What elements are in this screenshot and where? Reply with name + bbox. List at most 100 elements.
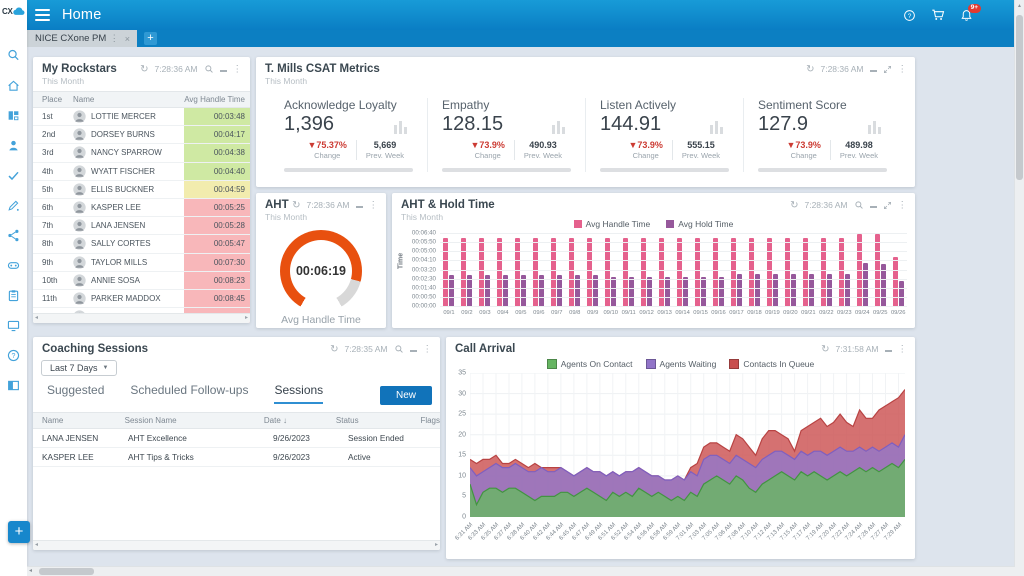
handle-time-bar — [785, 238, 790, 306]
column-header-session[interactable]: Session Name — [125, 416, 264, 425]
column-header-place[interactable]: Place — [33, 95, 73, 104]
scroll-left-icon[interactable]: ◂ — [35, 541, 38, 550]
search-icon[interactable] — [204, 64, 214, 74]
aht-cell: 00:03:48 — [184, 108, 250, 125]
refresh-icon[interactable]: ↻ — [806, 64, 814, 75]
kebab-menu-icon[interactable]: ⋮ — [423, 344, 433, 355]
minimize-icon[interactable] — [870, 200, 877, 208]
kebab-menu-icon[interactable]: ⋮ — [898, 64, 908, 75]
vertical-scrollbar[interactable]: ▲ — [1014, 0, 1024, 576]
refresh-icon[interactable]: ↻ — [292, 200, 300, 211]
table-row[interactable]: 9thTAYLOR MILLS00:07:30 — [33, 254, 250, 272]
new-tab-button[interactable]: + — [144, 32, 157, 45]
date-range-dropdown[interactable]: Last 7 Days▼ — [41, 360, 117, 376]
place-cell: 8th — [33, 239, 73, 248]
scroll-right-icon[interactable]: ▸ — [245, 314, 248, 323]
column-header-date[interactable]: Date ↓ — [264, 416, 336, 425]
table-row[interactable]: 8thSALLY CORTES00:05:47 — [33, 235, 250, 253]
sidebar-help-icon[interactable]: ? — [6, 348, 21, 363]
refresh-icon[interactable]: ↻ — [330, 344, 338, 355]
place-cell: 11th — [33, 294, 73, 303]
minimize-icon[interactable] — [885, 344, 892, 352]
sidebar-surveys-icon[interactable] — [6, 288, 21, 303]
refresh-icon[interactable]: ↻ — [790, 200, 798, 211]
help-icon[interactable]: ? — [903, 9, 916, 22]
horizontal-scrollbar[interactable]: ◂ — [27, 566, 1015, 576]
sidebar-dashboard-icon[interactable] — [6, 108, 21, 123]
tab-kebab-icon[interactable]: ⋮ — [107, 33, 122, 44]
table-row[interactable]: 1stLOTTIE MERCER00:03:48 — [33, 108, 250, 126]
widget-h-scrollbar[interactable]: ◂▸ — [33, 313, 250, 323]
sidebar-monitor-icon[interactable] — [6, 318, 21, 333]
scroll-left-icon[interactable]: ◂ — [29, 567, 32, 576]
kebab-menu-icon[interactable]: ⋮ — [898, 344, 908, 355]
scroll-right-icon[interactable]: ▸ — [435, 541, 438, 550]
tab-scheduled-follow-ups[interactable]: Scheduled Follow-ups — [130, 383, 248, 404]
legend-item[interactable]: Contacts In Queue — [729, 359, 814, 369]
scrollbar-thumb[interactable] — [39, 568, 94, 575]
handle-time-bar — [659, 238, 664, 306]
sidebar-share-icon[interactable] — [6, 228, 21, 243]
sidebar-quality-icon[interactable] — [6, 168, 21, 183]
search-icon[interactable] — [854, 200, 864, 210]
new-session-button[interactable]: New — [380, 386, 432, 405]
column-header-name[interactable]: Name — [33, 416, 125, 425]
legend-item[interactable]: Avg Handle Time — [574, 219, 651, 229]
refresh-timestamp: 7:28:36 AM — [154, 64, 197, 74]
refresh-icon[interactable]: ↻ — [140, 64, 148, 75]
scroll-left-icon[interactable]: ◂ — [35, 314, 38, 323]
legend-item[interactable]: Agents On Contact — [547, 359, 633, 369]
sidebar-panel-icon[interactable] — [6, 378, 21, 393]
minimize-icon[interactable] — [410, 344, 417, 352]
sidebar-search-icon[interactable] — [6, 48, 21, 63]
legend-item[interactable]: Avg Hold Time — [666, 219, 733, 229]
table-row[interactable]: 2ndDORSEY BURNS00:04:17 — [33, 126, 250, 144]
mini-bars-icon — [552, 121, 565, 134]
expand-icon[interactable] — [883, 65, 892, 74]
tab-close-icon[interactable]: × — [122, 34, 133, 44]
column-header-name[interactable]: Name — [73, 95, 184, 104]
sidebar-coaching-icon[interactable] — [6, 198, 21, 213]
table-row[interactable]: 5thELLIS BUCKNER00:04:59 — [33, 181, 250, 199]
table-row[interactable]: KASPER LEEAHT Tips & Tricks9/26/2023Acti… — [33, 448, 440, 467]
tab-sessions[interactable]: Sessions — [274, 383, 323, 404]
kebab-menu-icon[interactable]: ⋮ — [898, 200, 908, 211]
legend-item[interactable]: Agents Waiting — [646, 359, 717, 369]
add-widget-button[interactable]: + — [8, 521, 30, 543]
sidebar-agent-icon[interactable] — [6, 138, 21, 153]
x-tick-label: 09/6 — [530, 310, 548, 316]
kebab-menu-icon[interactable]: ⋮ — [233, 64, 243, 75]
sidebar-games-icon[interactable] — [6, 258, 21, 273]
search-icon[interactable] — [394, 344, 404, 354]
widget-h-scrollbar[interactable]: ◂▸ — [33, 540, 440, 550]
metric-value: 128.15 — [442, 113, 503, 136]
x-tick-label: 09/24 — [853, 310, 871, 316]
minimize-icon[interactable] — [870, 64, 877, 72]
session-name-cell: AHT Tips & Tricks — [128, 452, 273, 462]
tab-nice-cxone-pm[interactable]: NICE CXone PM ⋮ × — [27, 30, 137, 47]
minimize-icon[interactable] — [356, 200, 363, 208]
cart-icon[interactable] — [931, 8, 945, 22]
table-row[interactable]: 11thPARKER MADDOX00:08:45 — [33, 290, 250, 308]
column-header-aht[interactable]: Avg Handle Time — [184, 95, 250, 104]
sidebar-home-icon[interactable] — [6, 78, 21, 93]
scroll-up-icon[interactable]: ▲ — [1015, 0, 1024, 9]
table-row[interactable]: 3rdNANCY SPARROW00:04:38 — [33, 144, 250, 162]
tab-suggested[interactable]: Suggested — [47, 383, 104, 404]
table-row[interactable]: LANA JENSENAHT Excellence9/26/2023Sessio… — [33, 429, 440, 448]
expand-icon[interactable] — [883, 201, 892, 210]
scrollbar-thumb[interactable] — [1016, 15, 1023, 180]
column-header-status[interactable]: Status — [336, 416, 421, 425]
aht-cell: 00:05:47 — [184, 235, 250, 252]
table-row[interactable]: 4thWYATT FISCHER00:04:40 — [33, 163, 250, 181]
refresh-icon[interactable]: ↻ — [821, 344, 829, 355]
table-row[interactable]: 7thLANA JENSEN00:05:28 — [33, 217, 250, 235]
column-header-flags[interactable]: Flags — [420, 416, 440, 425]
table-row[interactable]: 10thANNIE SOSA00:08:23 — [33, 272, 250, 290]
hamburger-menu-icon[interactable] — [35, 6, 50, 24]
table-row[interactable]: 6thKASPER LEE00:05:25 — [33, 199, 250, 217]
notifications-bell-icon[interactable]: 9+ — [960, 9, 973, 22]
kebab-menu-icon[interactable]: ⋮ — [369, 200, 379, 211]
minimize-icon[interactable] — [220, 64, 227, 72]
avatar — [73, 165, 86, 178]
